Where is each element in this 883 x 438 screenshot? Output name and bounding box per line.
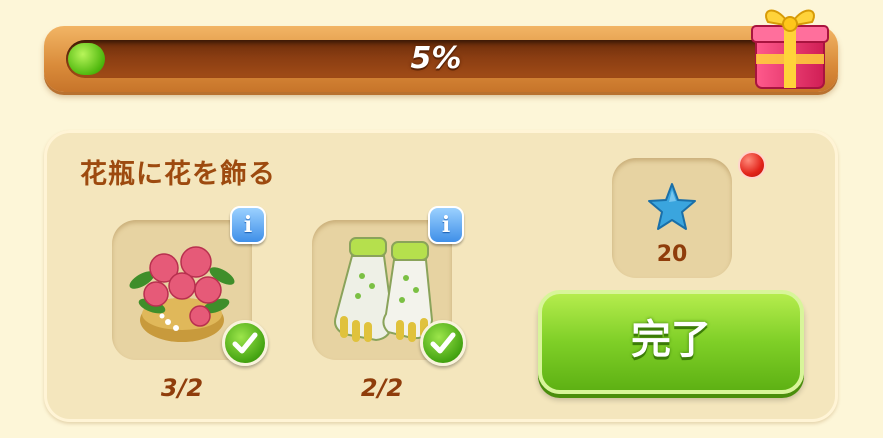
reward-slot: 20 xyxy=(612,158,732,278)
progress-bar: 5% xyxy=(44,26,838,92)
check-icon xyxy=(420,320,466,366)
check-icon xyxy=(222,320,268,366)
item-count: 3/2 xyxy=(160,374,204,402)
info-icon[interactable]: i xyxy=(230,206,266,244)
info-icon[interactable]: i xyxy=(428,206,464,244)
task-title: 花瓶に花を飾る xyxy=(80,159,276,190)
notification-dot xyxy=(738,151,766,179)
reward-amount: 20 xyxy=(656,242,688,267)
complete-button[interactable]: 完了 xyxy=(538,290,804,394)
blue-star-icon xyxy=(648,183,696,230)
progress-label: 5% xyxy=(410,41,462,76)
gift-box-icon[interactable] xyxy=(750,0,830,90)
task-panel: 花瓶に花を飾る i 3/2 i 2/2 20 完了 xyxy=(44,130,838,422)
progress-track: 5% xyxy=(66,40,806,78)
item-count: 2/2 xyxy=(360,374,404,402)
